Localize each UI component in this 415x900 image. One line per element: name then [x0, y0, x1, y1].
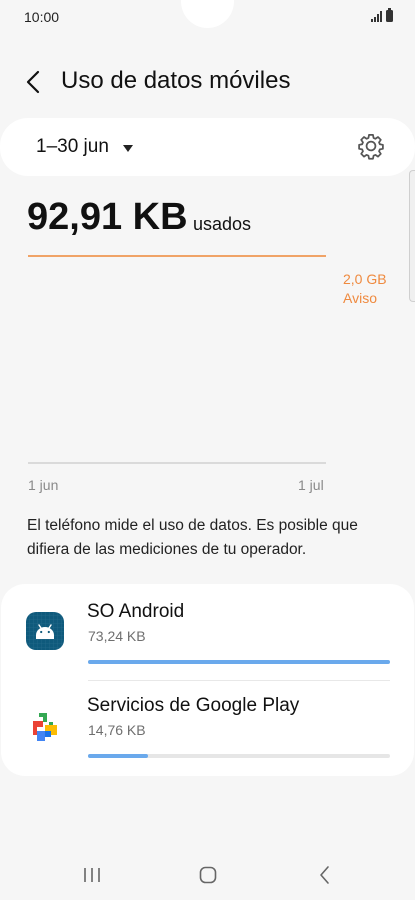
back-button[interactable] [20, 64, 50, 100]
google-play-services-icon [33, 713, 57, 741]
usage-bar-fill [88, 660, 390, 664]
warning-label: Aviso [343, 290, 377, 306]
app-name: SO Android [87, 601, 185, 622]
settings-button[interactable] [357, 132, 385, 160]
status-icons [371, 8, 393, 22]
home-icon [199, 866, 217, 884]
usage-bar [88, 754, 390, 758]
app-size: 73,24 KB [88, 628, 146, 644]
recent-apps-icon [84, 868, 100, 882]
app-name: Servicios de Google Play [87, 695, 300, 716]
axis-end-label: 1 jul [298, 477, 324, 493]
status-bar: 10:00 [0, 0, 415, 34]
recent-apps-button[interactable] [72, 862, 112, 888]
signal-icon [371, 10, 382, 22]
app-size: 14,76 KB [88, 722, 146, 738]
status-time: 10:00 [24, 9, 60, 25]
navigation-bar [0, 850, 415, 900]
home-button[interactable] [188, 862, 228, 888]
android-icon [26, 612, 64, 650]
gear-icon [358, 134, 384, 160]
nav-back-button[interactable] [305, 862, 345, 888]
period-label: 1–30 jun [36, 136, 109, 157]
scroll-indicator[interactable] [409, 170, 415, 302]
apps-card: SO Android 73,24 KB Servicios de Google … [1, 584, 414, 776]
usage-total: 92,91 KB [27, 196, 188, 238]
list-item-google-play-services[interactable]: Servicios de Google Play 14,76 KB [1, 680, 414, 776]
chevron-left-icon [26, 70, 40, 94]
camera-notch [181, 0, 234, 28]
back-icon [320, 866, 329, 884]
chart-axis [28, 462, 326, 464]
warning-amount: 2,0 GB [343, 271, 387, 287]
caret-down-icon [122, 144, 133, 152]
period-bar: 1–30 jun [0, 118, 415, 176]
list-item-so-android[interactable]: SO Android 73,24 KB [1, 584, 414, 681]
battery-icon [386, 8, 393, 22]
axis-start-label: 1 jun [28, 477, 59, 493]
page-title: Uso de datos móviles [61, 67, 291, 94]
app-header: Uso de datos móviles [0, 60, 415, 104]
warning-threshold-line [28, 255, 326, 257]
usage-bar [88, 660, 390, 664]
usage-suffix: usados [193, 214, 252, 234]
disclaimer-text: El teléfono mide el uso de datos. Es pos… [27, 517, 358, 558]
usage-bar-fill [88, 754, 149, 758]
period-dropdown[interactable]: 1–30 jun [36, 136, 133, 158]
